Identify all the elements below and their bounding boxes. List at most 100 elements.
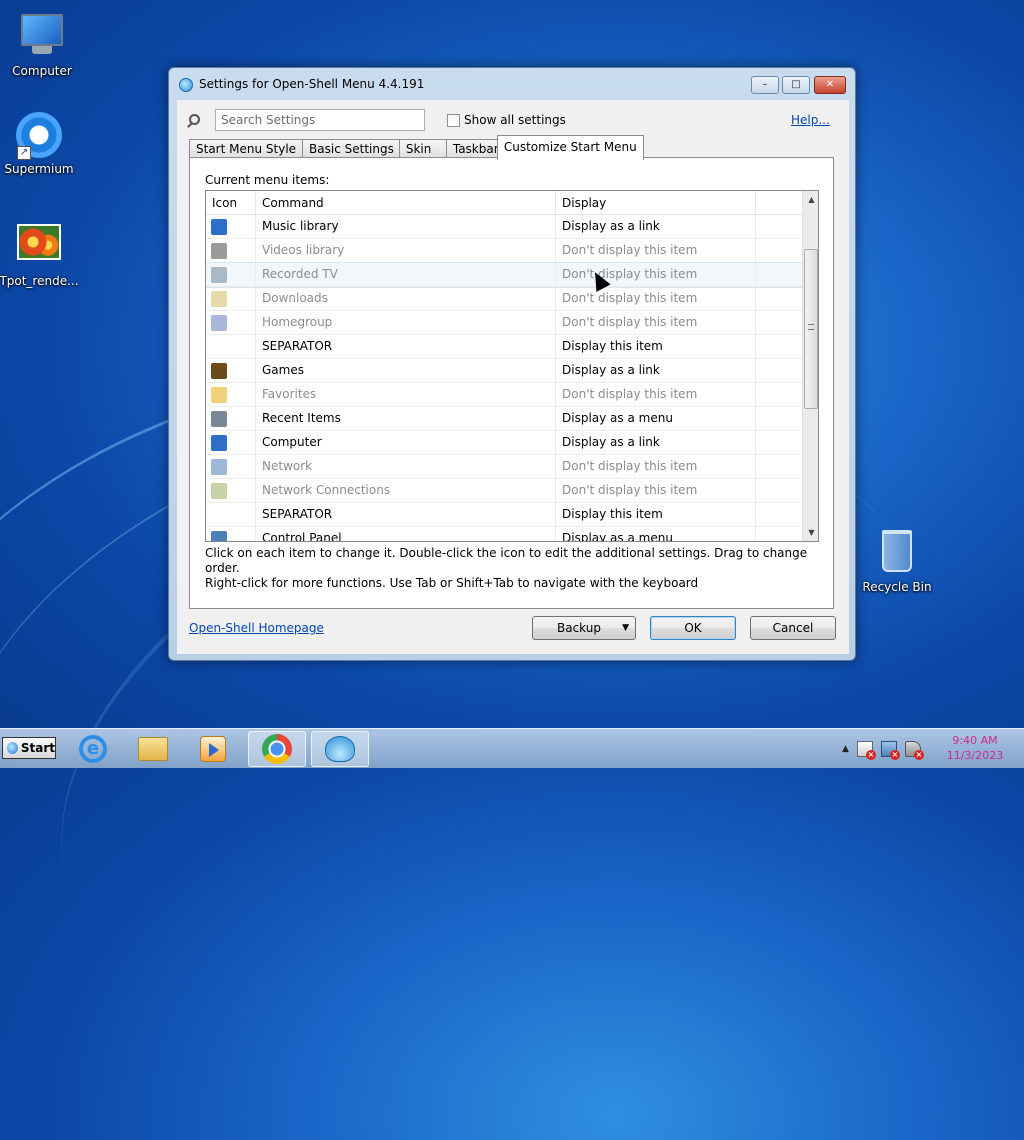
list-item[interactable]: Downloads Don't display this item [206, 287, 802, 311]
show-hidden-icons-icon[interactable]: ▲ [842, 744, 849, 754]
list-item[interactable]: Music library Display as a link [206, 215, 802, 239]
list-item-icon-cell[interactable] [206, 455, 256, 478]
column-header-icon[interactable]: Icon [206, 191, 256, 215]
list-item-filler [756, 359, 802, 382]
ok-button[interactable]: OK [650, 616, 736, 640]
scrollbar-thumb[interactable] [804, 249, 818, 409]
start-button[interactable]: Start [2, 737, 56, 759]
list-item-icon-cell[interactable] [206, 479, 256, 502]
list-item-command: SEPARATOR [256, 335, 556, 358]
desktop-icon-computer[interactable]: Computer [0, 10, 84, 78]
media-player-icon [200, 736, 226, 762]
desktop-icon-recycle-bin[interactable]: Recycle Bin [855, 526, 939, 594]
list-item-command: Network Connections [256, 479, 556, 502]
clock[interactable]: 9:40 AM 11/3/2023 [942, 733, 1008, 763]
list-item-command: Favorites [256, 383, 556, 406]
show-all-settings-checkbox[interactable]: Show all settings [447, 113, 566, 127]
list-item-icon-cell[interactable] [206, 383, 256, 406]
list-item[interactable]: Homegroup Don't display this item [206, 311, 802, 335]
list-item-display[interactable]: Don't display this item [556, 311, 756, 334]
computer-icon [18, 14, 66, 62]
list-item[interactable]: SEPARATOR Display this item [206, 335, 802, 359]
list-item-display[interactable]: Don't display this item [556, 383, 756, 406]
list-item-display[interactable]: Don't display this item [556, 455, 756, 478]
taskbar-open-shell-settings[interactable] [311, 731, 369, 767]
list-item-display[interactable]: Don't display this item [556, 239, 756, 262]
list-item-icon-cell[interactable] [206, 407, 256, 430]
column-header-display[interactable]: Display [556, 191, 756, 215]
vertical-scrollbar[interactable]: ▲ ▼ [802, 191, 818, 541]
list-item-command: SEPARATOR [256, 503, 556, 526]
list-item-command: Network [256, 455, 556, 478]
list-item-display[interactable]: Display as a link [556, 431, 756, 454]
list-item-icon-cell[interactable] [206, 215, 256, 238]
cancel-button[interactable]: Cancel [750, 616, 836, 640]
open-shell-homepage-link[interactable]: Open-Shell Homepage [189, 621, 324, 635]
list-item-filler [756, 527, 802, 541]
list-item-display[interactable]: Don't display this item [556, 263, 756, 286]
list-item[interactable]: Network Connections Don't display this it… [206, 479, 802, 503]
start-label: Start [20, 741, 55, 755]
title-bar[interactable]: Settings for Open-Shell Menu 4.4.191 – □… [169, 68, 855, 100]
desktop-icon-supermium[interactable]: ↗ Supermium [0, 112, 81, 176]
clock-time: 9:40 AM [952, 734, 998, 747]
scroll-down-icon[interactable]: ▼ [803, 524, 818, 541]
taskbar-internet-explorer[interactable]: e [64, 731, 122, 767]
list-item[interactable]: Network Don't display this item [206, 455, 802, 479]
list-item-display[interactable]: Display as a link [556, 359, 756, 382]
help-text-line: Right-click for more functions. Use Tab … [205, 576, 699, 590]
taskbar-chrome[interactable] [248, 731, 306, 767]
list-item-filler [756, 503, 802, 526]
list-item-display[interactable]: Don't display this item [556, 287, 756, 310]
list-item-icon-cell[interactable] [206, 503, 256, 526]
list-item-display[interactable]: Don't display this item [556, 479, 756, 502]
list-item-display[interactable]: Display as a link [556, 215, 756, 238]
list-item-icon-cell[interactable] [206, 239, 256, 262]
list-item-icon-cell[interactable] [206, 359, 256, 382]
list-item-command: Computer [256, 431, 556, 454]
search-input[interactable] [215, 109, 425, 131]
volume-icon[interactable]: × [904, 741, 924, 760]
internet-explorer-icon: e [79, 735, 107, 763]
scroll-up-icon[interactable]: ▲ [803, 191, 818, 208]
list-item-command: Music library [256, 215, 556, 238]
tab-customize-start-menu[interactable]: Customize Start Menu [496, 135, 644, 160]
list-item-filler [756, 407, 802, 430]
supermium-icon: ↗ [15, 112, 63, 160]
taskbar-media-player[interactable] [184, 731, 242, 767]
list-item[interactable]: Recorded TV Don't display this item [206, 262, 803, 288]
list-item[interactable]: Control Panel Display as a menu [206, 527, 802, 541]
list-item[interactable]: Computer Display as a link [206, 431, 802, 455]
network-icon [211, 458, 227, 475]
network-tray-icon[interactable]: × [880, 741, 900, 760]
backup-button[interactable]: Backup ▼ [532, 616, 636, 640]
list-item-display[interactable]: Display as a menu [556, 527, 756, 541]
list-item[interactable]: SEPARATOR Display this item [206, 503, 802, 527]
list-item[interactable]: Recent Items Display as a menu [206, 407, 802, 431]
list-item-display[interactable]: Display this item [556, 503, 756, 526]
minimize-button[interactable]: – [751, 76, 779, 94]
list-item-icon-cell[interactable] [206, 431, 256, 454]
help-text-line: Click on each item to change it. Double-… [205, 546, 808, 575]
menu-items-list[interactable]: Icon Command Display Music library Displa… [205, 190, 819, 542]
maximize-button[interactable]: □ [782, 76, 810, 94]
column-header-command[interactable]: Command [256, 191, 556, 215]
list-item-icon-cell[interactable] [206, 263, 256, 286]
action-center-icon[interactable]: × [856, 741, 876, 760]
help-link[interactable]: Help... [791, 113, 830, 127]
list-item-display[interactable]: Display as a menu [556, 407, 756, 430]
desktop-icon-tpot[interactable]: Tpot_rende... [0, 218, 81, 288]
desktop-icon-label: Supermium [4, 162, 74, 176]
list-item-icon-cell[interactable] [206, 335, 256, 358]
list-item-icon-cell[interactable] [206, 311, 256, 334]
list-item[interactable]: Videos library Don't display this item [206, 239, 802, 263]
list-item-icon-cell[interactable] [206, 527, 256, 541]
list-item[interactable]: Favorites Don't display this item [206, 383, 802, 407]
taskbar-file-explorer[interactable] [124, 731, 182, 767]
checkbox-box[interactable] [447, 113, 460, 127]
list-item[interactable]: Games Display as a link [206, 359, 802, 383]
close-button[interactable]: ✕ [814, 76, 846, 94]
list-item-icon-cell[interactable] [206, 287, 256, 310]
list-item-command: Recorded TV [256, 263, 556, 286]
list-item-display[interactable]: Display this item [556, 335, 756, 358]
